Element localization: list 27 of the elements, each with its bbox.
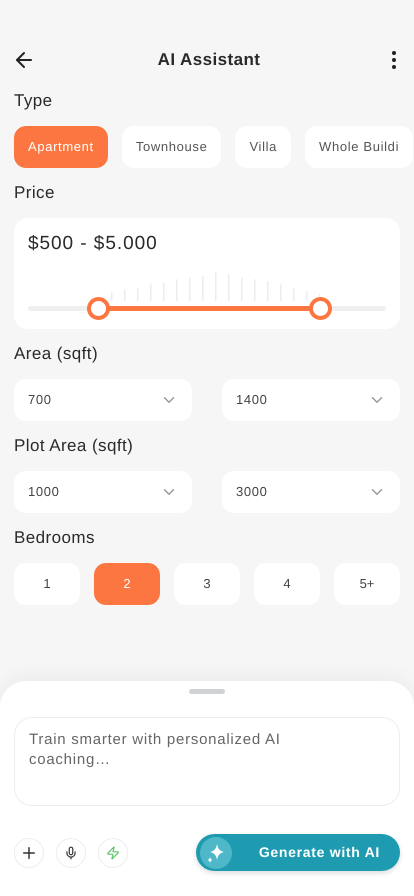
dropdown[interactable]: 700 <box>14 379 192 421</box>
section-label: Plot Area (sqft) <box>14 435 134 457</box>
dropdown[interactable]: 3000 <box>222 471 400 513</box>
page-title: AI Assistant <box>158 49 260 72</box>
section-label: Bedrooms <box>14 527 96 549</box>
prompt-field[interactable]: Train smarter with personalized AI coaching… <box>14 717 400 806</box>
price-range: $500 - $5.000 <box>28 232 159 256</box>
slider-thumb[interactable] <box>87 296 110 320</box>
type-chip[interactable]: Townhouse <box>122 126 222 168</box>
dropdown[interactable]: 1000 <box>14 471 192 513</box>
microphone-button[interactable] <box>56 838 86 868</box>
sparkle-icon <box>200 836 232 868</box>
type-chip[interactable]: Whole Buildi <box>305 126 414 168</box>
section-label: Area (sqft) <box>14 343 100 365</box>
type-chip[interactable]: Villa <box>235 126 292 168</box>
dropdown[interactable]: 1400 <box>222 379 400 421</box>
add-button[interactable] <box>14 838 44 868</box>
section-label: Type <box>14 90 54 112</box>
drag-handle[interactable] <box>189 689 225 694</box>
bedroom-option[interactable]: 1 <box>14 563 80 605</box>
bedroom-option[interactable]: 4 <box>254 563 320 605</box>
section-label: Price <box>14 182 56 204</box>
slider-thumb[interactable] <box>309 296 332 320</box>
microphone-icon <box>64 846 78 860</box>
lightning-icon <box>106 846 120 860</box>
bedroom-option[interactable]: 3 <box>174 563 240 605</box>
bedroom-option[interactable]: 5+ <box>334 563 400 605</box>
